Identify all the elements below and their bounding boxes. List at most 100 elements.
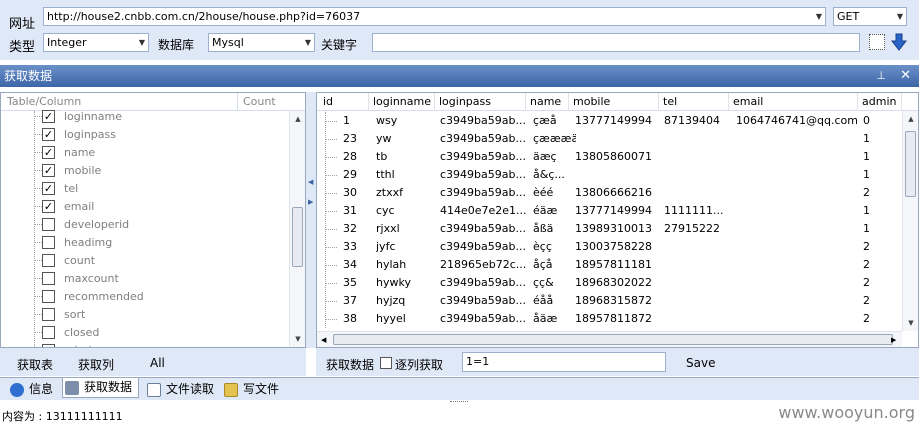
table-row[interactable]: 28 tb c3949ba59ab... äæç 13805860071 1 bbox=[317, 148, 902, 166]
column-header[interactable]: email bbox=[729, 93, 858, 111]
tree-item[interactable]: ✓ tel bbox=[42, 179, 78, 197]
tree-item[interactable]: count bbox=[42, 251, 95, 269]
tab-file-read[interactable]: 文件读取 bbox=[147, 380, 214, 399]
table-row[interactable]: 37 hyjzq c3949ba59ab... éåå 18968315872 2 bbox=[317, 292, 902, 310]
checkbox-checked[interactable]: ✓ bbox=[42, 145, 55, 159]
expand-right-icon[interactable]: ▶ bbox=[308, 198, 313, 206]
column-header[interactable]: id bbox=[319, 93, 369, 111]
scroll-left-icon[interactable]: ◀ bbox=[321, 332, 326, 347]
table-row[interactable]: 1 wsy c3949ba59ab... çæå 13777149994 87139404… bbox=[317, 112, 902, 130]
table-row[interactable]: 33 jyfc c3949ba59ab... èçç 13003758228 2 bbox=[317, 238, 902, 256]
checkbox-unchecked[interactable] bbox=[42, 307, 55, 321]
select-region-icon[interactable] bbox=[869, 34, 885, 50]
get-data-button[interactable]: 获取数据 bbox=[326, 356, 374, 373]
table-cell: 2 bbox=[863, 294, 870, 307]
checkbox-unchecked[interactable] bbox=[42, 217, 55, 231]
tree-item[interactable]: sort bbox=[42, 305, 85, 323]
checkbox-unchecked[interactable] bbox=[42, 325, 55, 339]
tree-item[interactable]: ✓ loginname bbox=[42, 107, 122, 125]
tree-item-label: headimg bbox=[64, 235, 113, 249]
save-button[interactable]: Save bbox=[686, 356, 715, 370]
left-button-bar: 获取表 获取列 All bbox=[0, 348, 306, 376]
row-by-row-checkbox[interactable] bbox=[380, 357, 392, 369]
table-row[interactable]: 30 ztxxf c3949ba59ab... èéé 13806666216 2 bbox=[317, 184, 902, 202]
row-connector bbox=[325, 175, 337, 176]
table-cell: äæç bbox=[533, 150, 557, 163]
chevron-down-icon[interactable]: ▼ bbox=[897, 8, 903, 25]
close-icon[interactable]: ✕ bbox=[900, 65, 911, 87]
tree-item[interactable]: maxcount bbox=[42, 269, 119, 287]
checkbox-checked[interactable]: ✓ bbox=[42, 181, 55, 195]
method-select[interactable]: GET ▼ bbox=[833, 7, 907, 26]
table-row[interactable]: 29 tthl c3949ba59ab... å&ç... 1 bbox=[317, 166, 902, 184]
condition-input[interactable]: 1=1 bbox=[462, 352, 666, 372]
table-row[interactable]: 38 hyyel c3949ba59ab... åäæ 18957811872 2 bbox=[317, 310, 902, 328]
scroll-down-icon[interactable]: ▼ bbox=[903, 315, 918, 331]
scroll-thumb[interactable] bbox=[292, 207, 303, 267]
table-row[interactable]: 23 yw c3949ba59ab... çæææä 1 bbox=[317, 130, 902, 148]
all-button[interactable]: All bbox=[150, 356, 165, 370]
checkbox-unchecked[interactable] bbox=[42, 271, 55, 285]
column-header[interactable]: tel bbox=[659, 93, 729, 111]
scroll-right-icon[interactable]: ▶ bbox=[891, 332, 896, 347]
table-cell bbox=[736, 274, 871, 292]
checkbox-unchecked[interactable] bbox=[42, 235, 55, 249]
column-header[interactable]: loginpass bbox=[435, 93, 526, 111]
tree-item[interactable]: ✓ name bbox=[42, 143, 95, 161]
tree-item[interactable]: closed bbox=[42, 323, 99, 341]
tree-item[interactable]: recommended bbox=[42, 287, 144, 305]
column-header[interactable]: name bbox=[526, 93, 569, 111]
column-header[interactable]: loginname bbox=[369, 93, 435, 111]
tree-scrollbar[interactable]: ▲ ▼ bbox=[289, 111, 305, 347]
table-cell: 13805860071 bbox=[575, 150, 652, 163]
splitter[interactable]: ◀ ▶ bbox=[306, 92, 316, 348]
tree-item[interactable]: ✓ email bbox=[42, 197, 94, 215]
scroll-up-icon[interactable]: ▲ bbox=[290, 111, 305, 127]
tree-item[interactable]: ✓ mobile bbox=[42, 161, 101, 179]
table-hscrollbar[interactable]: ◀ ▶ bbox=[317, 331, 902, 347]
table-row[interactable]: 31 cyc 414e0e7e2e1... éäæ 13777149994 1111111… bbox=[317, 202, 902, 220]
get-table-button[interactable]: 获取表 bbox=[17, 356, 53, 373]
column-header[interactable]: admin bbox=[858, 93, 902, 111]
type-select[interactable]: Integer ▼ bbox=[43, 33, 149, 52]
tree-item[interactable]: ✓ loginpass bbox=[42, 125, 116, 143]
tab-get-data[interactable]: 获取数据 bbox=[62, 378, 140, 398]
checkbox-unchecked[interactable] bbox=[42, 289, 55, 303]
scroll-up-icon[interactable]: ▲ bbox=[903, 111, 918, 127]
scroll-thumb[interactable] bbox=[905, 131, 916, 197]
table-row[interactable]: 35 hywky c3949ba59ab... çç& 18968302022 2 bbox=[317, 274, 902, 292]
get-column-button[interactable]: 获取列 bbox=[78, 356, 114, 373]
scroll-down-icon[interactable]: ▼ bbox=[290, 331, 305, 347]
hscroll-thumb[interactable] bbox=[333, 334, 893, 345]
checkbox-unchecked[interactable] bbox=[42, 253, 55, 267]
chevron-down-icon[interactable]: ▼ bbox=[305, 34, 311, 51]
download-arrow-icon[interactable] bbox=[890, 33, 908, 51]
pin-icon[interactable]: ⊥ bbox=[876, 65, 886, 87]
tree-item[interactable]: ✓admin bbox=[42, 341, 98, 347]
tab-write-file[interactable]: 写文件 bbox=[224, 380, 279, 399]
table-row[interactable]: 32 rjxxl c3949ba59ab... åßä 13989310013 27915… bbox=[317, 220, 902, 238]
table-cell bbox=[664, 292, 734, 310]
url-input[interactable]: http://house2.cnbb.com.cn/2house/house.p… bbox=[43, 7, 826, 26]
chevron-down-icon[interactable]: ▼ bbox=[816, 8, 822, 25]
checkbox-checked[interactable]: ✓ bbox=[42, 163, 55, 177]
chevron-down-icon[interactable]: ▼ bbox=[139, 34, 145, 51]
table-cell: 1 bbox=[863, 168, 870, 181]
checkbox-checked[interactable]: ✓ bbox=[42, 127, 55, 141]
db-select[interactable]: Mysql ▼ bbox=[208, 33, 315, 52]
table-vscrollbar[interactable]: ▲ ▼ bbox=[902, 111, 918, 331]
checkbox-checked[interactable]: ✓ bbox=[42, 199, 55, 213]
tab-info[interactable]: 信息 bbox=[10, 380, 53, 399]
table-cell bbox=[664, 148, 734, 166]
checkbox-checked[interactable]: ✓ bbox=[42, 109, 55, 123]
keyword-input[interactable] bbox=[372, 33, 860, 52]
tree-item-label: email bbox=[64, 199, 95, 213]
collapse-left-icon[interactable]: ◀ bbox=[308, 178, 313, 186]
resize-grip[interactable] bbox=[450, 401, 468, 404]
type-label: 类型 bbox=[9, 40, 36, 55]
tree-item[interactable]: headimg bbox=[42, 233, 112, 251]
column-header[interactable]: mobile bbox=[569, 93, 659, 111]
status-bar: 内容为 : 13111111111 www.wooyun.org bbox=[0, 403, 919, 423]
table-row[interactable]: 34 hylah 218965eb72c... åçå 18957811181 2 bbox=[317, 256, 902, 274]
tree-item[interactable]: developerid bbox=[42, 215, 129, 233]
